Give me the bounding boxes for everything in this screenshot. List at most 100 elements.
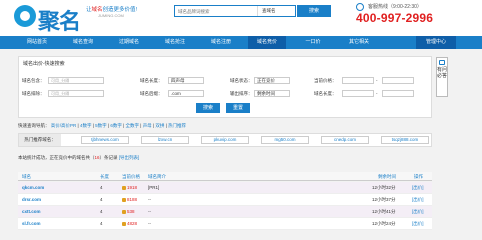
exclude-input[interactable]: 可用_分隔	[48, 90, 104, 97]
length-label: 域名长度：	[140, 78, 163, 83]
row-price-value: 8188	[127, 197, 138, 202]
notice-post: ）条记录	[99, 155, 118, 160]
include-input[interactable]: 可用_分隔	[48, 77, 104, 84]
header-search-box: 查域名	[174, 5, 296, 17]
hot-domain-item[interactable]: pkuvip.com	[201, 136, 249, 144]
row-length: 4	[100, 209, 103, 214]
chat-icon	[439, 60, 445, 65]
row-length: 4	[100, 221, 103, 226]
price-max-input[interactable]	[382, 77, 414, 84]
row-intro: --	[148, 209, 151, 214]
sort-select[interactable]: 剩余时间	[254, 90, 290, 97]
exclude-label: 域名排除：	[22, 91, 45, 96]
notice-pre: 本站统计成功，正在竞价中的域名共（	[18, 155, 95, 160]
row-price-value: 538	[127, 209, 135, 214]
yuan-icon	[122, 197, 126, 202]
filter-reset-button[interactable]: 重置	[226, 103, 250, 113]
bid-button[interactable]: [出价]	[412, 218, 424, 230]
sort-label: 输出排序：	[230, 91, 253, 96]
quick-link-all-digit[interactable]: 全数字	[126, 123, 140, 128]
nav-item-other[interactable]: 其它相关	[340, 36, 378, 49]
suffix-select[interactable]: .com	[168, 90, 204, 97]
price-label: 当前价格：	[314, 78, 337, 83]
header-search-type-select[interactable]: 查域名	[257, 6, 295, 16]
price-min-input[interactable]	[342, 77, 374, 84]
filter-title: 域名出价-快速搜索	[23, 61, 65, 67]
row-domain[interactable]: qkcm.com	[22, 182, 44, 194]
col-price[interactable]: 当前价格	[122, 172, 140, 181]
length-select[interactable]: 四声母	[168, 77, 204, 84]
nav-item-snapback[interactable]: 域名抢注	[156, 36, 194, 49]
hot-domains-label: 热门推荐域名：	[19, 134, 61, 146]
row-domain[interactable]: sl.fr.com	[22, 218, 41, 230]
nav-admin-center[interactable]: 管理中心	[416, 36, 456, 49]
row-remain: 12小时37分	[372, 197, 396, 202]
len-min-input[interactable]	[342, 90, 374, 97]
bid-button[interactable]: [出价]	[412, 194, 424, 206]
logo-text: 聚名	[38, 9, 81, 35]
yuan-icon	[122, 209, 126, 214]
logo-mark-icon	[14, 5, 36, 27]
row-remain: 12小时24分	[372, 221, 396, 226]
filter-panel: 域名出价-快速搜索	[18, 56, 432, 118]
hot-domain-item[interactable]: tsqzj888.com	[381, 136, 429, 144]
nav-item-register[interactable]: 域名注册	[202, 36, 240, 49]
row-price-value: 4828	[127, 221, 138, 226]
row-price-value: 1918	[127, 185, 138, 190]
main-nav: 网站首页 域名查询 过期域名 域名抢注 域名注册 域名竞价 一口价 其它相关 管…	[0, 36, 482, 49]
row-domain[interactable]: drsr.com	[22, 194, 41, 206]
row-price: 538	[122, 206, 135, 218]
nav-item-auction[interactable]: 域名竞价	[248, 36, 286, 49]
result-notice: 本站统计成功，正在竞价中的域名共（16）条记录 [导出列表]	[18, 155, 139, 161]
header-search-button[interactable]: 搜索	[297, 5, 331, 17]
bid-button[interactable]: [出价]	[412, 206, 424, 218]
row-intro: --	[148, 221, 151, 226]
include-label: 域名包含：	[22, 78, 45, 83]
header-search-input[interactable]	[175, 6, 255, 16]
quick-link-pinyin[interactable]: 双拼	[155, 123, 164, 128]
site-logo[interactable]: 聚名	[14, 4, 84, 35]
phone-icon	[356, 3, 364, 11]
row-price: 8188	[122, 194, 137, 206]
quick-nav-label: 快速查询导航：	[18, 123, 50, 128]
table-header: 域名 长度 当前价格 域名简介 剩余时间 操作	[18, 172, 432, 181]
hot-domain-item[interactable]: cnedp.com	[321, 136, 369, 144]
hot-domain-item[interactable]: lzxw.cn	[141, 136, 189, 144]
row-length: 4	[100, 197, 103, 202]
quick-link-5digit[interactable]: 5数字	[95, 123, 107, 128]
col-remain[interactable]: 剩余时间	[378, 172, 396, 181]
qa-side-tab-label: 有问必答	[437, 67, 448, 79]
suffix-label: 域名后缀：	[140, 91, 163, 96]
yuan-icon	[122, 221, 126, 226]
quick-link-hot[interactable]: 热门推荐	[168, 123, 186, 128]
row-domain[interactable]: cxtt.com	[22, 206, 41, 218]
status-select[interactable]: 正在竞价	[254, 77, 290, 84]
nav-item-domain-query[interactable]: 域名查询	[64, 36, 102, 49]
len-max-input[interactable]	[382, 90, 414, 97]
hot-domain-item[interactable]: mg50.com	[261, 136, 309, 144]
hot-domain-item[interactable]: tjbhnews.com	[81, 136, 129, 144]
nav-item-home[interactable]: 网站首页	[18, 36, 56, 49]
quick-link-6digit[interactable]: 6数字	[110, 123, 122, 128]
table-row: drsr.com 4 8188 -- 12小时37分 [出价]	[18, 194, 432, 206]
hot-domains-bar: 热门推荐域名： tjbhnews.com lzxw.cn pkuvip.com …	[18, 133, 432, 147]
quick-link-high-pr[interactable]: 高价/高价PR	[51, 123, 77, 128]
quick-link-4digit[interactable]: 4数字	[80, 123, 92, 128]
nav-item-expired[interactable]: 过期域名	[110, 36, 148, 49]
quick-link-initials[interactable]: 声母	[143, 123, 152, 128]
yuan-icon	[122, 185, 126, 190]
bid-button[interactable]: [出价]	[412, 182, 424, 194]
col-domain[interactable]: 域名	[22, 172, 31, 181]
nav-item-fixed-price[interactable]: 一口价	[294, 36, 332, 49]
table-row: cxtt.com 4 538 -- 12小时41分 [出价]	[18, 206, 432, 218]
export-list-link[interactable]: [导出列表]	[119, 155, 140, 160]
qa-side-tab[interactable]: 有问必答	[436, 57, 448, 97]
filter-search-button[interactable]: 搜索	[196, 103, 220, 113]
quick-nav: 快速查询导航： 高价/高价PR | 4数字 | 5数字 | 6数字 | 全数字 …	[18, 123, 187, 128]
table-row: sl.fr.com 4 4828 -- 12小时24分 [出价]	[18, 218, 432, 230]
row-length: 4	[100, 185, 103, 190]
site-url: JUMING.COM	[98, 13, 124, 18]
row-price: 4828	[122, 218, 137, 230]
col-length[interactable]: 长度	[100, 172, 109, 181]
col-intro: 域名简介	[148, 174, 166, 179]
